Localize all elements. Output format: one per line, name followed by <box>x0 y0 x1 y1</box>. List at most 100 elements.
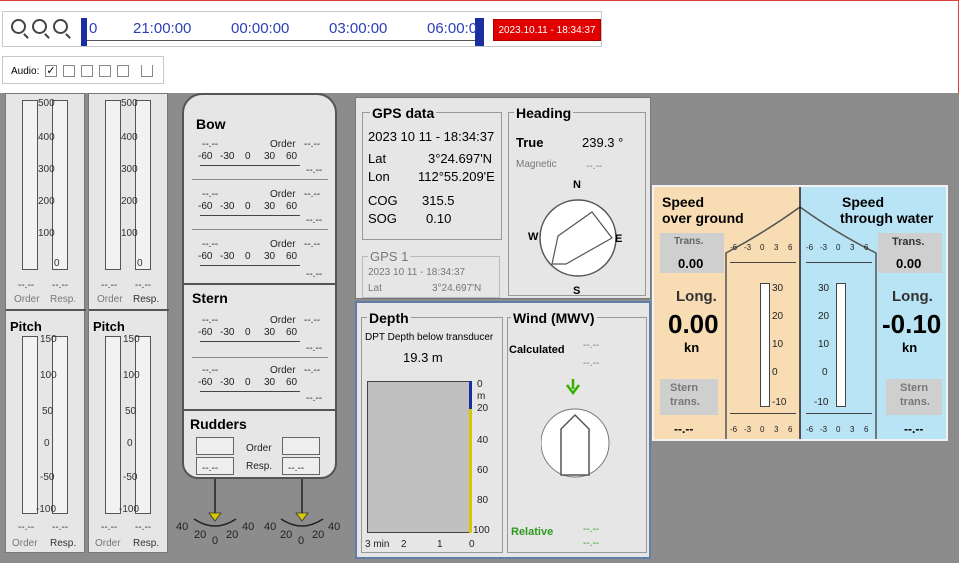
sog-stern-label-2: trans. <box>670 396 700 408</box>
zoom-in-icon[interactable] <box>11 19 26 34</box>
thruster-order-label: Order <box>270 365 296 376</box>
gps-title: GPS data <box>370 105 437 121</box>
thruster-order-label: Order <box>270 239 296 250</box>
gps1-title: GPS 1 <box>368 249 411 264</box>
gps1-datetime: 2023 10 11 - 18:34:37 <box>368 267 466 278</box>
wind-calculated-label: Calculated <box>509 344 565 356</box>
depth-value: 19.3 m <box>403 350 443 365</box>
heading-magnetic-label: Magnetic <box>516 159 557 170</box>
audio-checkbox-6[interactable] <box>141 65 153 77</box>
pitch-tick: 0 <box>44 438 50 449</box>
stw-title-1: Speed <box>842 194 885 210</box>
zoom-out-icon[interactable] <box>32 19 47 34</box>
small-scale-tick: -6 <box>730 425 738 434</box>
heading-true-label: True <box>516 135 544 150</box>
thruster-scale: 60 <box>286 327 298 338</box>
gps-lon: 112°55.209'E <box>418 169 495 184</box>
order-value: --.-- <box>18 280 35 291</box>
thruster-scale: -60 <box>198 151 213 162</box>
gps-lon-label: Lon <box>368 169 390 184</box>
audio-checkbox-4[interactable] <box>99 65 111 77</box>
scale-tick: 300 <box>38 164 55 175</box>
small-scale-tick: -6 <box>730 243 738 252</box>
small-scale-tick: 0 <box>760 243 765 252</box>
rudder-tick: 40 <box>328 521 341 533</box>
pitch-tick: -50 <box>123 472 138 483</box>
compass-s: S <box>573 285 581 297</box>
speed-panel: Speed over ground Speed through water Tr… <box>652 185 948 441</box>
rudder-resp-value: --.-- <box>288 463 305 474</box>
thruster-order-value: --.-- <box>202 189 219 200</box>
depth-bar-top <box>469 381 472 409</box>
thruster-resp-value: --.-- <box>306 393 323 404</box>
resp-label: Resp. <box>133 294 160 305</box>
pitch-tick: 100 <box>123 370 140 381</box>
wind-relative-value-1: --.-- <box>583 524 600 535</box>
compass-e: E <box>615 233 623 245</box>
pitch-tick: 50 <box>42 406 54 417</box>
rudders-label: Rudders <box>190 416 247 432</box>
engine-gauge-2: 500 400 300 200 100 0 --.-- --.-- Order … <box>88 93 169 553</box>
thruster-scale: -30 <box>220 377 235 388</box>
resp-value: --.-- <box>135 280 152 291</box>
zoom-reset-icon[interactable] <box>53 19 68 34</box>
timeline-track[interactable]: 0 21:00:00 00:00:00 03:00:00 06:00:0 <box>81 18 484 46</box>
sog-stern-label-1: Stern <box>670 382 699 394</box>
depth-time-tick: 0 <box>469 539 475 550</box>
small-scale-tick: -3 <box>744 243 752 252</box>
audio-label: Audio: <box>11 66 40 77</box>
stw-stern-value: --.-- <box>904 422 924 436</box>
order-value: --.-- <box>18 522 35 533</box>
vert-scale-tick: 30 <box>772 283 784 294</box>
rudder-tick: 40 <box>242 521 255 533</box>
sog-stern-value: --.-- <box>674 422 694 436</box>
audio-checkbox-2[interactable] <box>63 65 75 77</box>
thruster-resp-value: --.-- <box>306 343 323 354</box>
thruster-order-value: --.-- <box>202 315 219 326</box>
thruster-scale: -60 <box>198 327 213 338</box>
thruster-order-value: --.-- <box>202 239 219 250</box>
sog-long-value: 0.00 <box>668 309 719 339</box>
timeline-start-handle[interactable] <box>81 18 87 46</box>
sog-trans-label: Trans. <box>674 236 704 247</box>
rudder-tick: 20 <box>280 529 293 541</box>
vert-scale-tick: 0 <box>822 367 828 378</box>
depth-scale: 60 <box>477 465 489 476</box>
thruster-scale: 30 <box>264 151 276 162</box>
rudder-tick: 40 <box>176 521 189 533</box>
small-scale-tick: 6 <box>864 243 869 252</box>
pitch-tick: 50 <box>125 406 137 417</box>
thruster-scale: 60 <box>286 151 298 162</box>
gps1-lat-label: Lat <box>368 283 382 294</box>
thruster-order-dash: --.-- <box>304 139 321 150</box>
small-scale-tick: 3 <box>850 243 855 252</box>
gps-cog: 315.5 <box>422 193 455 208</box>
depth-wind-panel: Depth DPT Depth below transducer 19.3 m … <box>355 301 651 559</box>
pitch-tick: -100 <box>36 504 57 515</box>
timeline-bar: 0 21:00:00 00:00:00 03:00:00 06:00:0 202… <box>2 11 602 47</box>
timeline-label: 03:00:00 <box>329 20 388 37</box>
order-label: Order <box>95 538 121 549</box>
audio-checkbox-1[interactable]: ✓ <box>45 65 57 77</box>
audio-checkbox-3[interactable] <box>81 65 93 77</box>
timeline-label: 21:00:00 <box>133 20 192 37</box>
rudder-order-label: Order <box>246 443 272 454</box>
compass-icon <box>539 199 617 277</box>
compass-w: W <box>528 231 539 243</box>
rudder-order-box-1 <box>196 437 234 455</box>
sog-trans-scale <box>730 253 796 263</box>
timeline-label: 06:00:0 <box>427 20 478 37</box>
audio-checkbox-5[interactable] <box>117 65 129 77</box>
stw-trans-value: 0.00 <box>896 256 922 271</box>
vert-scale-tick: 30 <box>818 283 830 294</box>
gps1-lat: 3°24.697'N <box>432 283 482 294</box>
scale-tick: 0 <box>137 258 143 269</box>
resp-value: --.-- <box>135 522 152 533</box>
pitch-tick: 100 <box>40 370 57 381</box>
rudder-tick: 0 <box>212 535 219 547</box>
audio-bar: Audio: ✓ <box>2 56 164 84</box>
sog-stern-scale <box>730 413 796 423</box>
heading-true-value: 239.3 ° <box>582 135 624 150</box>
thruster-scale: 0 <box>245 251 251 262</box>
thruster-scale: -30 <box>220 201 235 212</box>
